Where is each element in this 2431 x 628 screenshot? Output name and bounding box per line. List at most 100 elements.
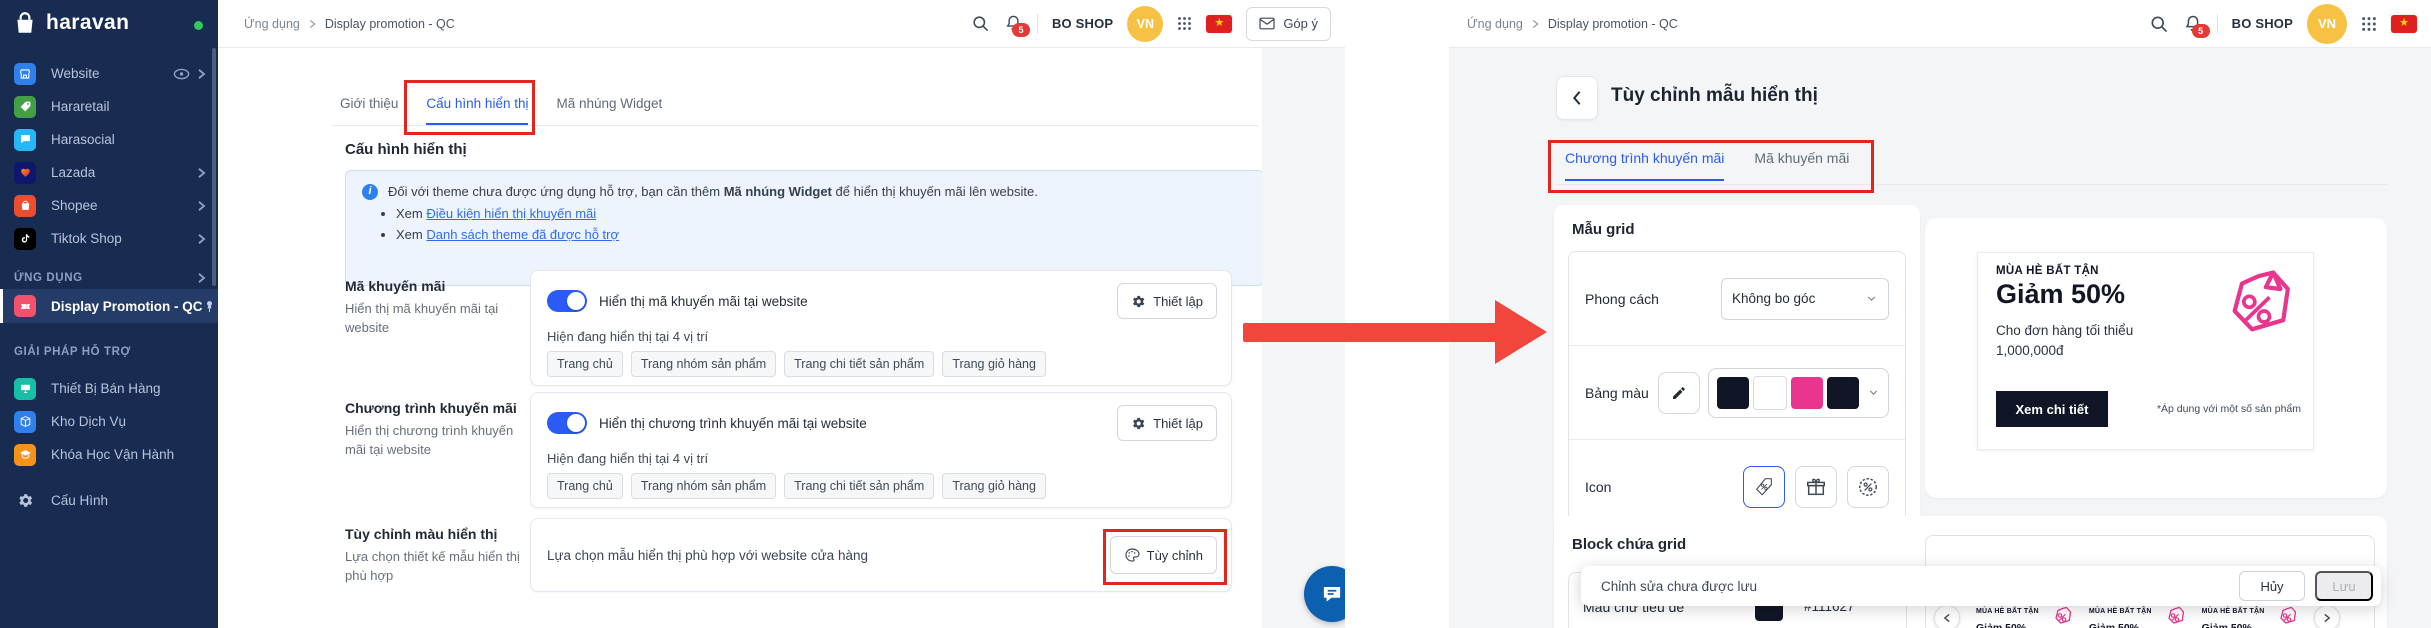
info-icon: i bbox=[362, 184, 378, 200]
notification-badge: 5 bbox=[2191, 23, 2210, 38]
right-app-window: Ứng dụng Display promotion - QC 5 BO SHO… bbox=[1449, 0, 2431, 628]
toggle-chuong-trinh-khuyen-mai[interactable] bbox=[547, 412, 587, 434]
sidebar-item-website[interactable]: Website bbox=[0, 57, 218, 90]
sidebar-item-cau-hinh[interactable]: Cấu Hình bbox=[0, 484, 218, 517]
breadcrumb-root[interactable]: Ứng dụng bbox=[1467, 17, 1523, 31]
style-select[interactable]: Không bo góc bbox=[1721, 277, 1889, 320]
eye-icon[interactable] bbox=[173, 68, 190, 80]
chip-trang-nhom-san-pham: Trang nhóm sản phẩm bbox=[630, 351, 777, 377]
card-chuong-trinh-khuyen-mai: Hiển thị chương trình khuyến mãi tại web… bbox=[530, 392, 1232, 508]
price-tag-icon bbox=[14, 95, 36, 118]
chevron-right-icon[interactable] bbox=[197, 68, 206, 80]
sidebar-item-lazada[interactable]: Lazada bbox=[0, 156, 218, 189]
sidebar-item-harasocial[interactable]: Harasocial bbox=[0, 123, 218, 156]
sidebar-item-kho-dich-vu[interactable]: Kho Dịch Vụ bbox=[0, 405, 218, 438]
chip-trang-chi-tiet-san-pham: Trang chi tiết sản phẩm bbox=[784, 351, 935, 377]
back-button[interactable] bbox=[1556, 76, 1598, 120]
sidebar-item-display-promotion[interactable]: Display Promotion - QC bbox=[0, 289, 218, 323]
tab-divider bbox=[332, 125, 1258, 126]
carousel-next-button[interactable] bbox=[2314, 605, 2341, 628]
chat-lines-icon bbox=[1319, 581, 1345, 607]
sidebar-section-apps[interactable]: ỨNG DỤNG bbox=[0, 266, 218, 290]
palette-icon bbox=[1124, 547, 1140, 563]
left-main-content: Giới thiệu Cấu hình hiển thị Mã nhúng Wi… bbox=[218, 48, 1264, 628]
app-grid-icon[interactable] bbox=[1177, 16, 1192, 31]
grid-options-box: Phong cách Không bo góc Bảng màu Icon bbox=[1568, 251, 1906, 534]
customize-button[interactable]: Tùy chỉnh bbox=[1109, 536, 1217, 574]
tab-cau-hinh-hien-thi[interactable]: Cấu hình hiển thị bbox=[426, 96, 529, 125]
tab-bar: Chương trình khuyến mãi Mã khuyến mãi bbox=[1565, 150, 1849, 181]
grid-template-card: Mẫu grid Phong cách Không bo góc Bảng mà… bbox=[1554, 205, 1920, 548]
vietnam-flag-icon[interactable]: ★ bbox=[2391, 14, 2417, 33]
pencil-icon bbox=[1671, 385, 1687, 401]
sidebar: haravan Website Hararetail Harasocial La… bbox=[0, 0, 218, 628]
carousel-prev-button[interactable] bbox=[1934, 605, 1960, 628]
haravan-logo[interactable]: haravan bbox=[12, 10, 129, 36]
envelope-icon bbox=[1259, 17, 1275, 30]
box-icon bbox=[14, 410, 36, 433]
link-danh-sach-theme[interactable]: Danh sách theme đã được hỗ trợ bbox=[426, 227, 619, 242]
feedback-button[interactable]: Góp ý bbox=[1246, 6, 1331, 41]
swatch-pink bbox=[1791, 376, 1823, 409]
online-status-dot bbox=[194, 21, 203, 30]
tab-ma-khuyen-mai[interactable]: Mã khuyến mãi bbox=[1754, 150, 1849, 181]
icon-option-percent-badge[interactable] bbox=[1847, 465, 1889, 508]
notifications-bell-icon[interactable]: 5 bbox=[1004, 14, 1030, 37]
preview-note: *Áp dụng với một số sản phẩm bbox=[2156, 403, 2301, 415]
app-grid-icon[interactable] bbox=[2361, 16, 2377, 32]
pin-icon[interactable] bbox=[203, 299, 216, 314]
shop-name[interactable]: BO SHOP bbox=[2232, 16, 2293, 31]
breadcrumb-root[interactable]: Ứng dụng bbox=[244, 17, 300, 31]
gear-icon bbox=[1131, 294, 1146, 309]
tab-gioi-thieu[interactable]: Giới thiệu bbox=[340, 96, 398, 125]
vietnam-flag-icon[interactable]: ★ bbox=[1206, 14, 1233, 33]
sidebar-item-tiktok-shop[interactable]: Tiktok Shop bbox=[0, 222, 218, 255]
cancel-button[interactable]: Hủy bbox=[2239, 571, 2305, 601]
icon-option-price-tag[interactable] bbox=[1743, 465, 1785, 508]
sidebar-item-shopee[interactable]: Shopee bbox=[0, 189, 218, 222]
color-palette-select[interactable] bbox=[1708, 367, 1889, 418]
setup-button-chuong-trinh[interactable]: Thiết lập bbox=[1117, 405, 1217, 441]
preview-headline: Giảm 50% bbox=[1996, 279, 2126, 309]
chevron-down-icon bbox=[1865, 292, 1878, 305]
sidebar-item-hararetail[interactable]: Hararetail bbox=[0, 90, 218, 123]
sidebar-item-thiet-bi-ban-hang[interactable]: Thiết Bị Bán Hàng bbox=[0, 372, 218, 405]
shopping-bag-icon bbox=[12, 10, 38, 36]
chevron-left-icon bbox=[1571, 90, 1583, 106]
swatch-dark bbox=[1717, 376, 1749, 409]
status-text: Hiện đang hiển thị tại 4 vị trí bbox=[547, 451, 709, 466]
breadcrumb-current: Display promotion - QC bbox=[324, 16, 455, 31]
annotation-arrow bbox=[1243, 323, 1497, 342]
page-heading: Cấu hình hiển thị bbox=[345, 141, 467, 158]
avatar[interactable]: VN bbox=[1127, 5, 1164, 42]
preview-cta-button[interactable]: Xem chi tiết bbox=[1996, 391, 2108, 427]
divider bbox=[2216, 13, 2218, 34]
toggle-ma-khuyen-mai[interactable] bbox=[547, 290, 587, 312]
sidebar-section-support: GIẢI PHÁP HỖ TRỢ bbox=[14, 346, 131, 358]
unsaved-message: Chỉnh sửa chưa được lưu bbox=[1601, 578, 1758, 594]
logo-text: haravan bbox=[46, 11, 130, 34]
setup-button-ma-khuyen-mai[interactable]: Thiết lập bbox=[1117, 283, 1217, 319]
edit-palette-button[interactable] bbox=[1658, 371, 1700, 414]
right-topbar: Ứng dụng Display promotion - QC 5 BO SHO… bbox=[1449, 0, 2431, 48]
tab-chuong-trinh-khuyen-mai[interactable]: Chương trình khuyến mãi bbox=[1565, 150, 1725, 181]
avatar[interactable]: VN bbox=[2307, 3, 2347, 44]
notifications-bell-icon[interactable]: 5 bbox=[2183, 14, 2210, 38]
swatch-dark-2 bbox=[1827, 376, 1859, 409]
save-button[interactable]: Lưu bbox=[2315, 571, 2373, 601]
link-dieu-kien-hien-thi[interactable]: Điều kiện hiển thị khuyến mãi bbox=[426, 206, 596, 221]
search-icon[interactable] bbox=[971, 14, 990, 33]
chevron-right-icon bbox=[197, 233, 206, 245]
palette-row: Bảng màu bbox=[1569, 345, 1905, 439]
search-icon[interactable] bbox=[2149, 14, 2169, 34]
gear-icon bbox=[14, 492, 36, 509]
page-title: Tùy chỉnh mẫu hiển thị bbox=[1611, 85, 1818, 106]
shop-name[interactable]: BO SHOP bbox=[1052, 16, 1113, 31]
lazada-heart-icon bbox=[14, 161, 36, 184]
card-title: Mẫu grid bbox=[1572, 221, 1635, 238]
sidebar-item-khoa-hoc-van-hanh[interactable]: Khóa Học Vận Hành bbox=[0, 438, 218, 471]
position-chips: Trang chủ Trang nhóm sản phẩm Trang chi … bbox=[547, 473, 1046, 499]
icon-option-gift[interactable] bbox=[1795, 465, 1837, 508]
tab-ma-nhung-widget[interactable]: Mã nhúng Widget bbox=[556, 96, 662, 125]
discount-tag-icon bbox=[2207, 267, 2299, 355]
